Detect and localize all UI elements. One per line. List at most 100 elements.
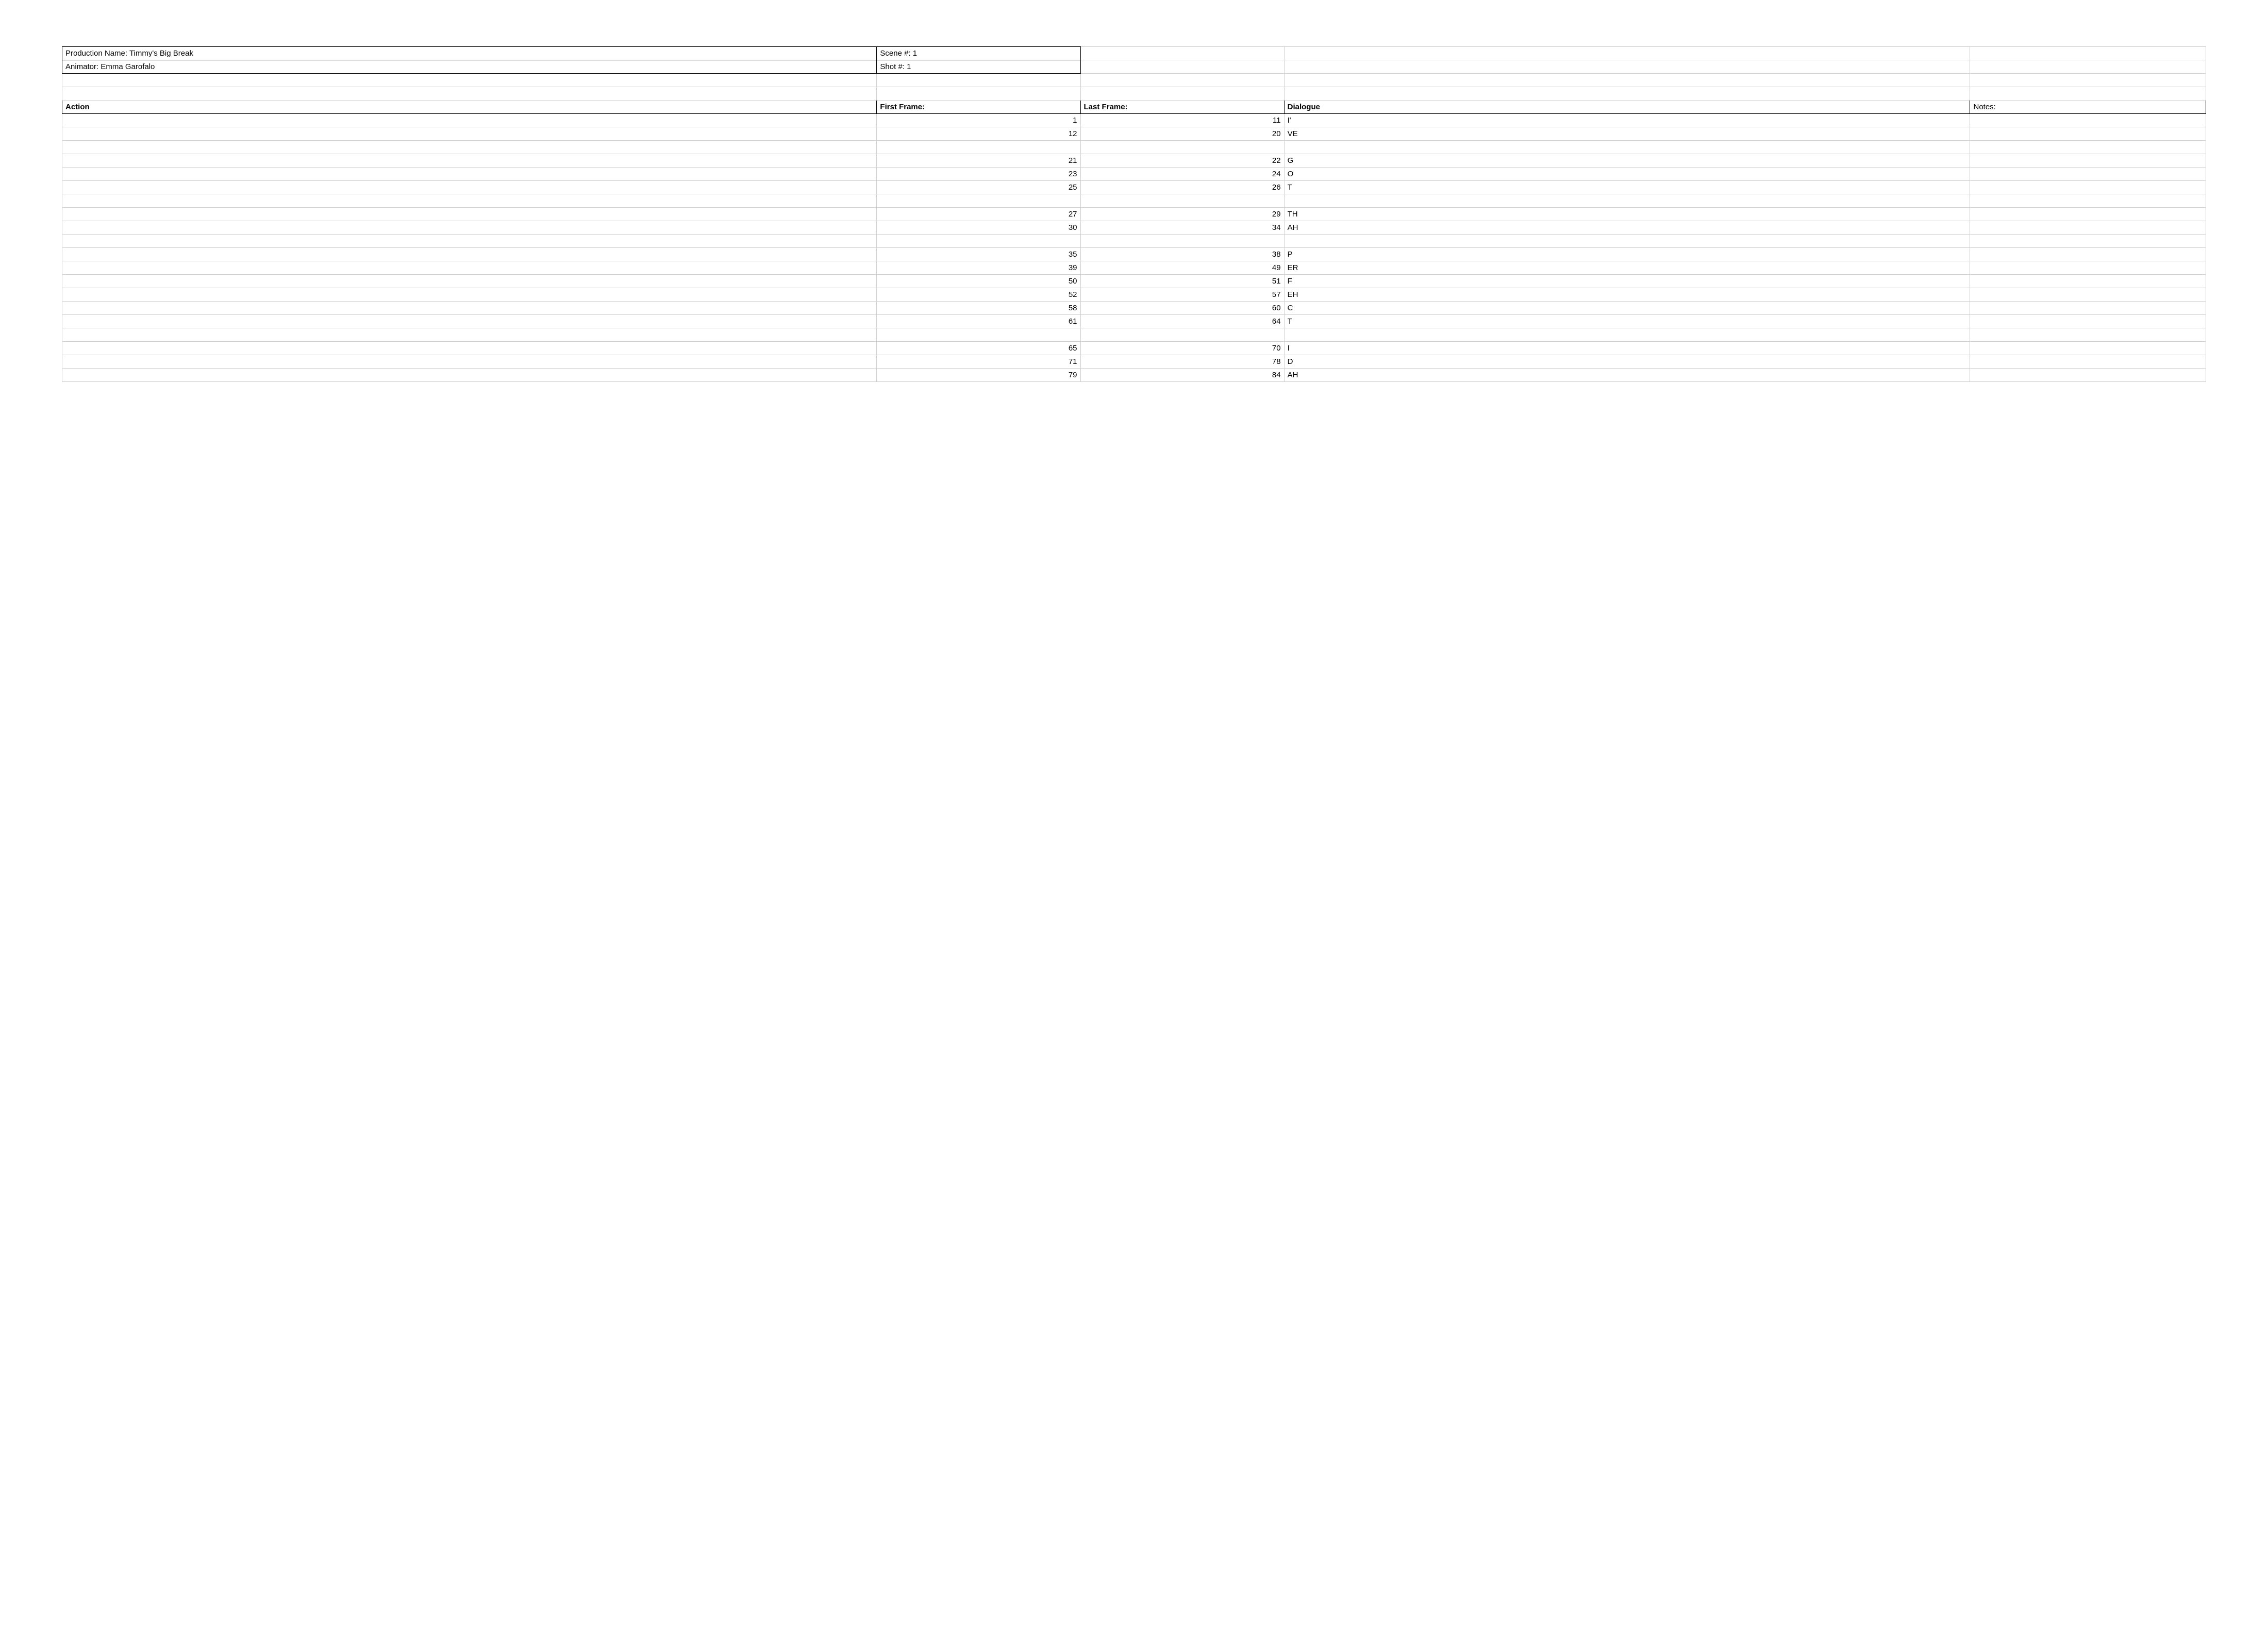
cell-first-frame: 58 [877, 302, 1080, 315]
table-row: 7178D [62, 355, 2206, 369]
empty-cell [1080, 87, 1284, 101]
cell-first-frame: 61 [877, 315, 1080, 328]
cell-action [62, 208, 877, 221]
cell-action [62, 248, 877, 261]
cell-last-frame [1080, 328, 1284, 342]
table-row [62, 235, 2206, 248]
cell-action [62, 235, 877, 248]
header-notes: Notes: [1970, 101, 2206, 114]
table-row: 3538P [62, 248, 2206, 261]
table-row: 6570I [62, 342, 2206, 355]
cell-notes [1970, 181, 2206, 194]
table-row: 2729TH [62, 208, 2206, 221]
cell-action [62, 288, 877, 302]
cell-action [62, 355, 877, 369]
cell-first-frame: 35 [877, 248, 1080, 261]
cell-first-frame: 21 [877, 154, 1080, 168]
cell-first-frame: 50 [877, 275, 1080, 288]
cell-action [62, 154, 877, 168]
cell-last-frame: 20 [1080, 127, 1284, 141]
cell-last-frame: 22 [1080, 154, 1284, 168]
table-row: 5051F [62, 275, 2206, 288]
cell-last-frame: 84 [1080, 369, 1284, 382]
cell-last-frame [1080, 235, 1284, 248]
cell-dialogue: VE [1284, 127, 1970, 141]
cell-action [62, 168, 877, 181]
cell-notes [1970, 261, 2206, 275]
empty-cell [62, 74, 877, 87]
cell-dialogue: D [1284, 355, 1970, 369]
cell-first-frame: 79 [877, 369, 1080, 382]
empty-cell [877, 87, 1080, 101]
meta-row-2: Animator: Emma Garofalo Shot #: 1 [62, 60, 2206, 74]
cell-notes [1970, 127, 2206, 141]
cell-first-frame: 1 [877, 114, 1080, 127]
empty-cell [877, 74, 1080, 87]
cell-notes [1970, 221, 2206, 235]
cell-notes [1970, 208, 2206, 221]
cell-dialogue: I [1284, 342, 1970, 355]
cell-notes [1970, 315, 2206, 328]
cell-last-frame: 49 [1080, 261, 1284, 275]
cell-first-frame: 52 [877, 288, 1080, 302]
table-row: 1220VE [62, 127, 2206, 141]
production-name-cell: Production Name: Timmy's Big Break [62, 47, 877, 60]
cell-notes [1970, 355, 2206, 369]
cell-first-frame: 71 [877, 355, 1080, 369]
cell-notes [1970, 328, 2206, 342]
empty-cell [1970, 47, 2206, 60]
cell-dialogue: F [1284, 275, 1970, 288]
cell-last-frame: 64 [1080, 315, 1284, 328]
empty-cell [62, 87, 877, 101]
empty-cell [1970, 60, 2206, 74]
cell-first-frame: 65 [877, 342, 1080, 355]
cell-action [62, 261, 877, 275]
animator-cell: Animator: Emma Garofalo [62, 60, 877, 74]
header-action: Action [62, 101, 877, 114]
cell-dialogue: G [1284, 154, 1970, 168]
empty-cell [1080, 60, 1284, 74]
table-row: 3034AH [62, 221, 2206, 235]
table-row: 5257EH [62, 288, 2206, 302]
cell-first-frame: 27 [877, 208, 1080, 221]
cell-last-frame: 11 [1080, 114, 1284, 127]
empty-cell [1080, 47, 1284, 60]
header-dialogue: Dialogue [1284, 101, 1970, 114]
table-row: 2122G [62, 154, 2206, 168]
cell-notes [1970, 114, 2206, 127]
cell-notes [1970, 235, 2206, 248]
cell-notes [1970, 194, 2206, 208]
empty-cell [1284, 74, 1970, 87]
cell-notes [1970, 141, 2206, 154]
cell-dialogue: EH [1284, 288, 1970, 302]
cell-action [62, 315, 877, 328]
cell-last-frame: 24 [1080, 168, 1284, 181]
table-row [62, 141, 2206, 154]
cell-dialogue: C [1284, 302, 1970, 315]
cell-dialogue [1284, 328, 1970, 342]
cell-dialogue [1284, 141, 1970, 154]
cell-notes [1970, 369, 2206, 382]
empty-cell [1284, 87, 1970, 101]
cell-notes [1970, 302, 2206, 315]
cell-action [62, 194, 877, 208]
cell-notes [1970, 168, 2206, 181]
cell-dialogue: T [1284, 181, 1970, 194]
scene-number-cell: Scene #: 1 [877, 47, 1080, 60]
cell-dialogue [1284, 235, 1970, 248]
cell-dialogue: T [1284, 315, 1970, 328]
table-row: 5860C [62, 302, 2206, 315]
table-row: 2526T [62, 181, 2206, 194]
cell-first-frame [877, 235, 1080, 248]
data-rows: 111I'1220VE2122G2324O2526T2729TH3034AH35… [62, 114, 2206, 382]
cell-first-frame: 25 [877, 181, 1080, 194]
table-row: 2324O [62, 168, 2206, 181]
cell-dialogue: O [1284, 168, 1970, 181]
header-last-frame: Last Frame: [1080, 101, 1284, 114]
empty-cell [1970, 74, 2206, 87]
empty-cell [1080, 74, 1284, 87]
blank-row [62, 87, 2206, 101]
cell-dialogue: I' [1284, 114, 1970, 127]
cell-dialogue: AH [1284, 369, 1970, 382]
cell-dialogue: AH [1284, 221, 1970, 235]
